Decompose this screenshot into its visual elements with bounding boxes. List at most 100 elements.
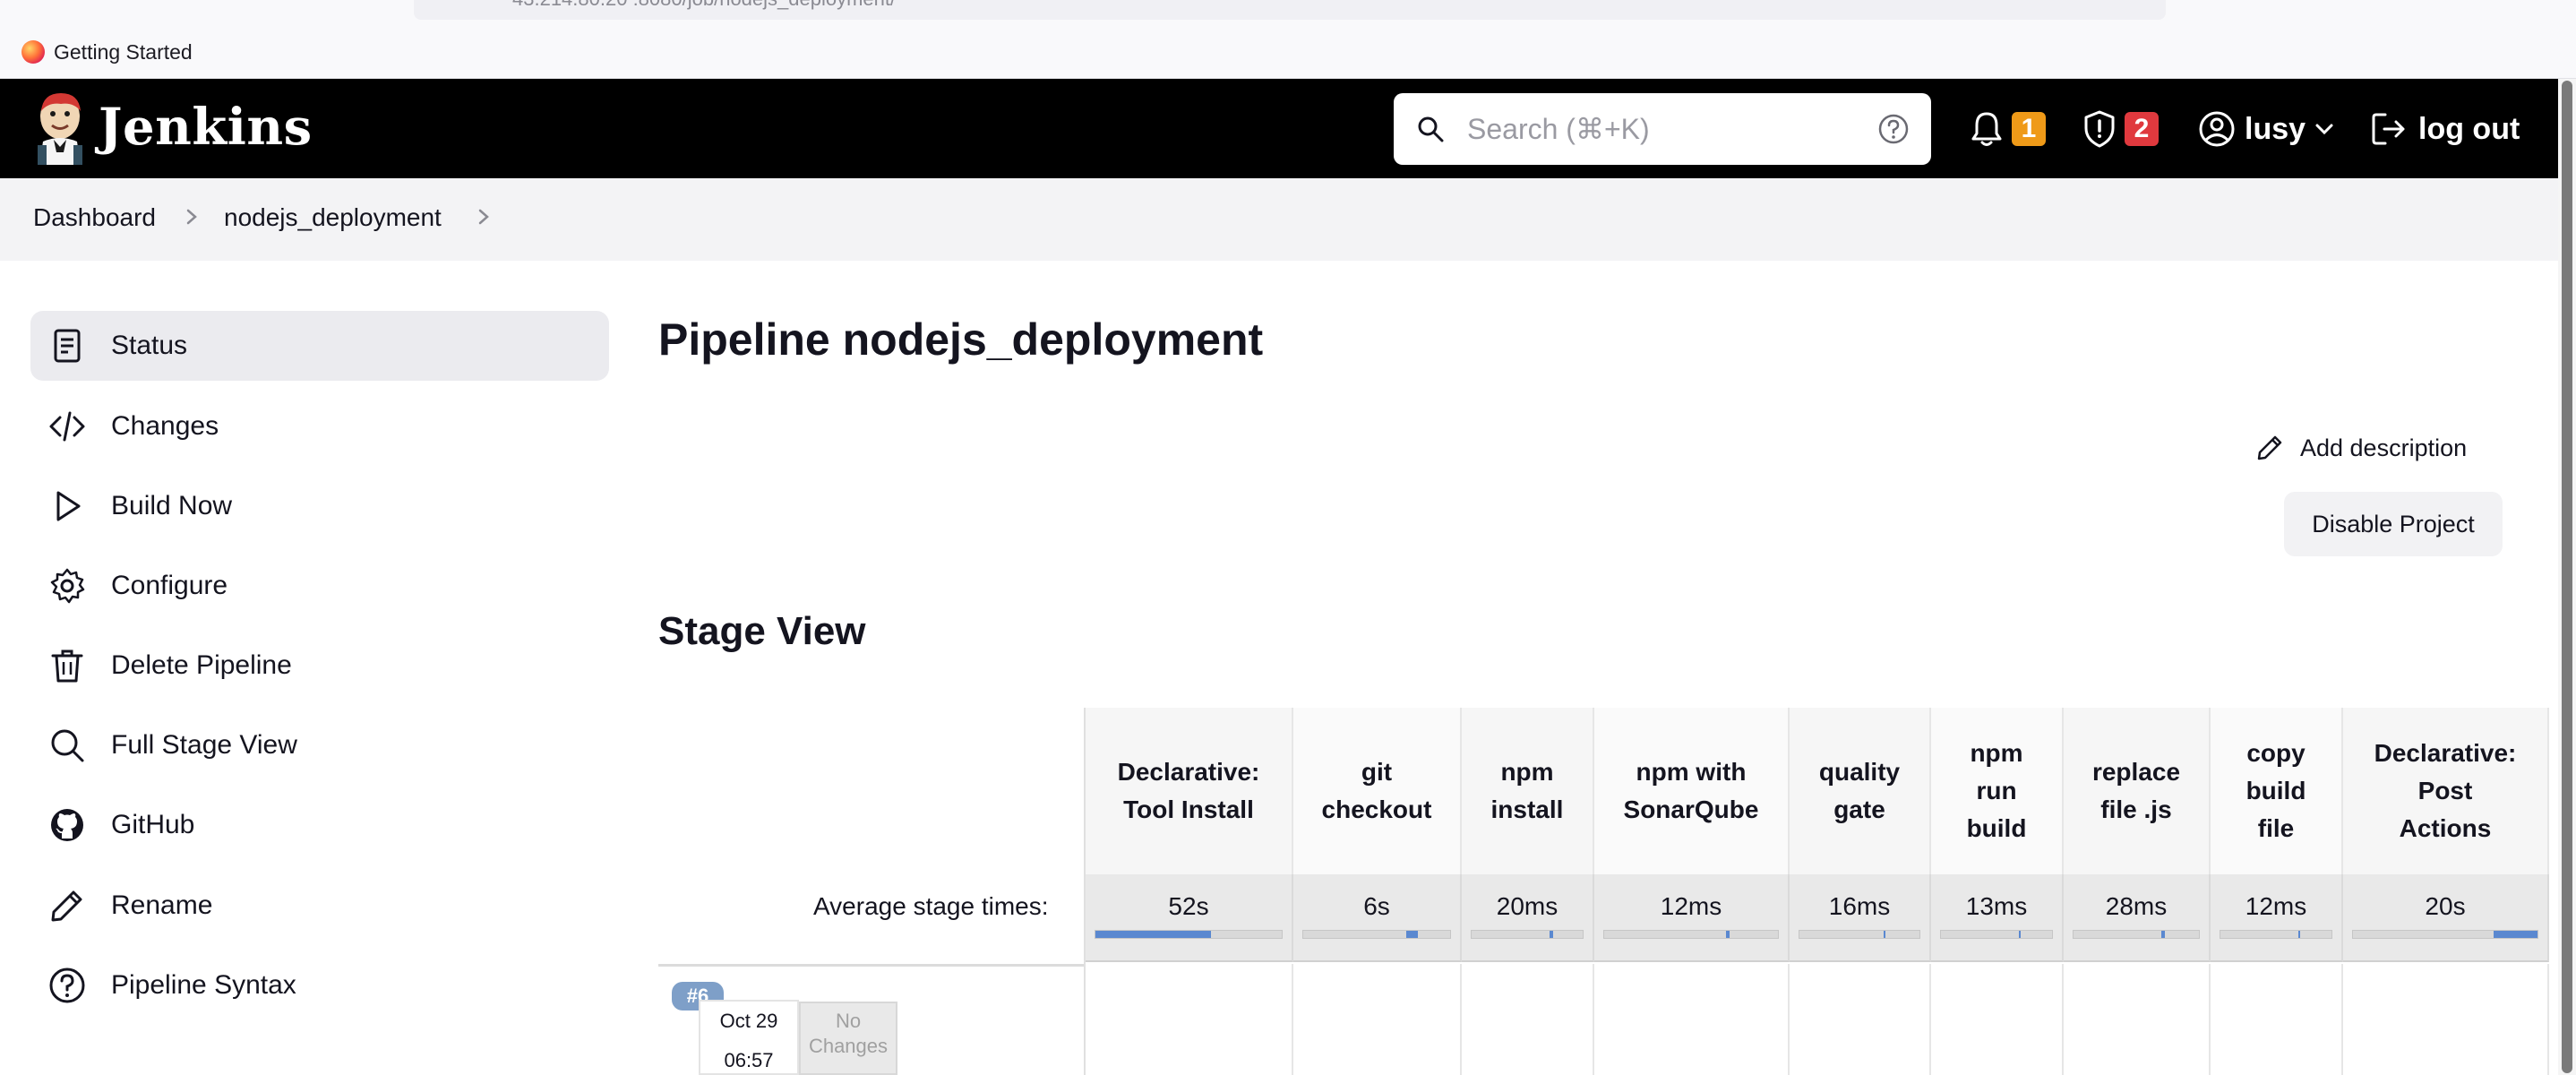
stage-average-time: 6s [1363,892,1390,920]
bookmark-getting-started[interactable]: Getting Started [21,39,193,64]
disable-project-button[interactable]: Disable Project [2284,492,2503,556]
stage-cell[interactable] [1462,964,1594,1075]
stage-progress-bar [1603,930,1779,939]
stage-header: git checkout [1293,708,1462,874]
search-box[interactable] [1394,93,1931,165]
notifications-badge: 1 [2012,112,2046,146]
stage-name: replace file .js [2091,758,2181,823]
sidebar-item-build-now[interactable]: Build Now [30,471,609,541]
breadcrumb-job[interactable]: nodejs_deployment [224,203,442,232]
stage-progress-fill [1095,931,1211,938]
stage-view-title: Stage View [658,609,866,653]
bookmark-label: Getting Started [54,39,193,64]
scrollbar-thumb[interactable] [2562,81,2572,1073]
stage-progress-bar [1302,930,1451,939]
stage-cell[interactable] [1293,964,1462,1075]
add-description-link[interactable]: Add description [2255,434,2467,462]
stage-progress-fill [1883,931,1886,938]
sidebar-item-label: Changes [111,411,219,441]
sidebar-item-label: Configure [111,571,228,600]
notifications-button[interactable]: 1 [1969,104,2046,154]
breadcrumb: Dashboard nodejs_deployment [0,178,2558,261]
stage-cell[interactable] [1086,964,1293,1075]
pencil-icon [2257,435,2282,460]
firefox-icon [21,40,45,64]
stage-name: npm install [1490,758,1564,823]
stage-progress-bar [2220,930,2332,939]
gear-icon [50,568,85,604]
chevron-right-icon[interactable] [475,208,493,226]
stage-progress-fill [2297,931,2301,938]
stage-name: git checkout [1321,758,1432,823]
build-date: Oct 29 [719,1010,778,1032]
security-button[interactable]: 2 [2082,104,2159,154]
jenkins-logo-text: Jenkins [99,98,313,157]
sidebar-item-full-stage-view[interactable]: Full Stage View [30,710,609,780]
stage-header: quality gate [1790,708,1931,874]
jenkins-butler-icon [38,93,82,165]
stage-name: copy build file [2245,739,2306,842]
stage-average: 12ms [1594,874,1790,962]
stage-average-time: 20s [2425,892,2466,920]
sidebar-item-rename[interactable]: Rename [30,871,609,941]
build-changes[interactable]: No Changes [799,1002,897,1075]
stage-name: Declarative: Post Actions [2374,739,2517,842]
stage-average-time: 52s [1168,892,1209,920]
help-icon[interactable] [1877,113,1910,145]
stage-name: Declarative: Tool Install [1117,758,1260,823]
user-menu[interactable]: lusy [2198,104,2334,154]
average-stage-times-label: Average stage times: [813,892,1049,920]
search-icon [1418,116,1444,142]
breadcrumb-dashboard[interactable]: Dashboard [33,203,156,232]
jenkins-logo-link[interactable]: Jenkins [34,90,313,165]
sidebar-item-delete-pipeline[interactable]: Delete Pipeline [30,631,609,701]
chevron-down-icon [2315,124,2333,135]
stage-average: 28ms [2064,874,2211,962]
stage-cell[interactable] [1931,964,2064,1075]
stage-header: Declarative: Tool Install [1086,708,1293,874]
stage-progress-fill [2493,931,2537,938]
stage-cell[interactable] [2343,964,2549,1075]
url-bar[interactable]: 43.214.80.20 :8080/job/nodejs_deployment… [414,0,2166,20]
stage-cell[interactable] [1594,964,1790,1075]
stage-progress-fill [1549,931,1553,938]
stage-header: npm run build [1931,708,2064,874]
sidebar-item-configure[interactable]: Configure [30,551,609,621]
stage-progress-bar [1095,930,1283,939]
logout-button[interactable]: log out [2370,104,2520,154]
stage-header: npm with SonarQube [1594,708,1790,874]
stage-name: quality gate [1818,758,1901,823]
stage-average-time: 16ms [1828,892,1891,920]
github-icon [51,809,83,841]
user-avatar-icon [2199,111,2235,147]
stage-header: Declarative: Post Actions [2343,708,2549,874]
user-name: lusy [2245,111,2306,146]
stage-cell[interactable] [2064,964,2211,1075]
stage-cell[interactable] [2211,964,2343,1075]
trash-icon [51,649,83,683]
sidebar-item-github[interactable]: GitHub [30,790,609,860]
sidebar-item-label: Full Stage View [111,730,297,760]
page-scrollbar[interactable] [2558,79,2576,1075]
stage-average-time: 12ms [2245,892,2307,920]
stage-average: 20s [2343,874,2549,962]
search-input[interactable] [1467,106,1861,152]
sidebar-item-label: Pipeline Syntax [111,970,296,1000]
stage-progress-fill [2161,931,2166,938]
sidebar-item-status[interactable]: Status [30,311,609,381]
sidebar-item-pipeline-syntax[interactable]: Pipeline Syntax [30,950,609,1020]
stage-header: npm install [1462,708,1594,874]
stage-progress-bar [1799,930,1920,939]
stage-progress-fill [1725,931,1730,938]
url-text: 43.214.80.20 :8080/job/nodejs_deployment… [512,0,896,11]
stage-header: replace file .js [2064,708,2211,874]
browser-toolbar: 43.214.80.20 :8080/job/nodejs_deployment… [0,0,2576,79]
build-time: 06:57 [724,1049,774,1071]
stage-name: npm with SonarQube [1623,758,1759,823]
stage-cell[interactable] [1790,964,1931,1075]
sidebar-item-label: Build Now [111,491,233,520]
stage-average: 13ms [1931,874,2064,962]
build-timestamp: Oct 29 06:57 [699,1000,799,1075]
sidebar-item-changes[interactable]: Changes [30,391,609,461]
stage-progress-bar [1471,930,1584,939]
